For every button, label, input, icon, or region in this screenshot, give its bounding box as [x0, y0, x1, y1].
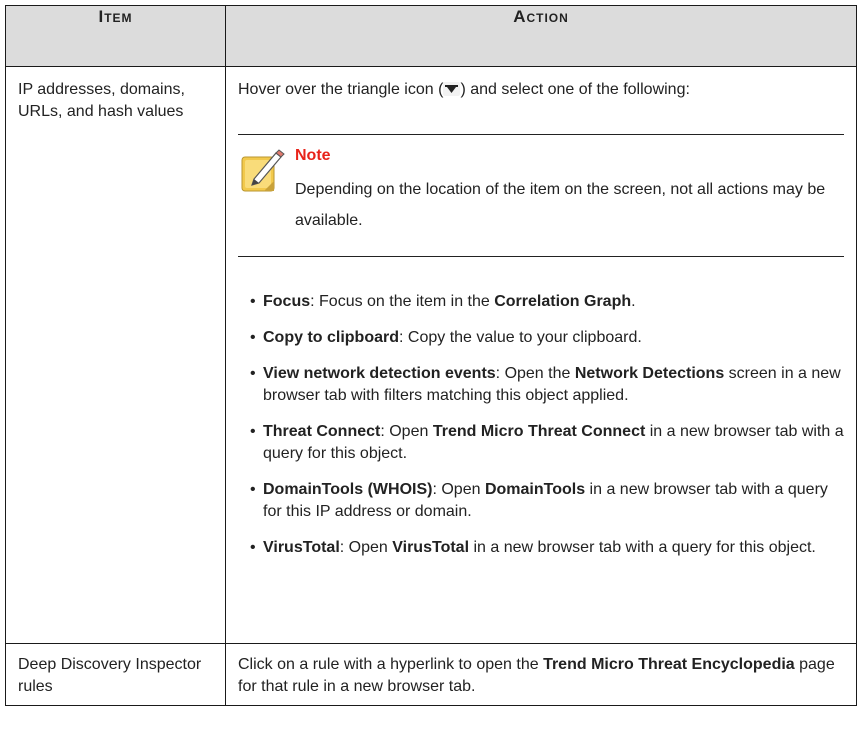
table-row: IP addresses, domains, URLs, and hash va…	[5, 66, 857, 644]
action-name: View network detection events	[263, 365, 496, 382]
action-name: VirusTotal	[263, 539, 340, 556]
action-text: : Open	[432, 481, 485, 498]
list-item: VirusTotal: Open VirusTotal in a new bro…	[238, 537, 844, 559]
note-pencil-icon	[240, 149, 286, 193]
action-bold-text: Correlation Graph	[494, 293, 632, 310]
item-action-table: Item Action IP addresses, domains, URLs,…	[5, 5, 857, 706]
action-list: Focus: Focus on the item in the Correlat…	[238, 291, 844, 559]
action-text: : Open the	[495, 365, 575, 382]
note-text: Depending on the location of the item on…	[295, 181, 826, 229]
note-title: Note	[295, 147, 331, 164]
hover-instruction: Hover over the triangle icon ( ) and sele…	[238, 79, 844, 101]
action-name: DomainTools (WHOIS)	[263, 481, 433, 498]
action-cell: Hover over the triangle icon ( ) and sele…	[225, 66, 857, 644]
list-item: Copy to clipboard: Copy the value to you…	[238, 327, 844, 349]
action-text: : Focus on the item in the	[310, 293, 495, 310]
action-bold-text: VirusTotal	[392, 539, 470, 556]
list-item: Focus: Focus on the item in the Correlat…	[238, 291, 844, 313]
action-text: .	[631, 293, 636, 310]
action-text: : Open	[339, 539, 393, 556]
action-bold-text: DomainTools	[484, 481, 586, 498]
action-text: Click on a rule with a hyperlink to open…	[238, 656, 544, 673]
triangle-down-icon	[443, 82, 461, 96]
list-item: Threat Connect: Open Trend Micro Threat …	[238, 421, 844, 465]
header-action: Action	[225, 5, 857, 67]
action-text: : Copy the value to your clipboard.	[399, 329, 642, 346]
hover-text-after: ) and select one of the following:	[460, 81, 690, 98]
action-cell: Click on a rule with a hyperlink to open…	[225, 643, 857, 706]
action-bold-text: Network Detections	[574, 365, 725, 382]
action-name: Focus	[263, 293, 311, 310]
action-bold-text: Trend Micro Threat Encyclopedia	[543, 656, 795, 673]
list-item: DomainTools (WHOIS): Open DomainTools in…	[238, 479, 844, 523]
list-item: View network detection events: Open the …	[238, 363, 844, 407]
item-cell: IP addresses, domains, URLs, and hash va…	[5, 66, 226, 644]
action-text: : Open	[380, 423, 433, 440]
action-bold-text: Trend Micro Threat Connect	[432, 423, 646, 440]
note-box: Note Depending on the location of the it…	[238, 134, 844, 257]
action-name: Copy to clipboard	[263, 329, 399, 346]
table-row: Deep Discovery Inspector rules Click on …	[5, 643, 857, 706]
hover-text-before: Hover over the triangle icon (	[238, 81, 444, 98]
item-cell: Deep Discovery Inspector rules	[5, 643, 226, 706]
action-text: in a new browser tab with a query for th…	[469, 539, 816, 556]
table-header-row: Item Action	[5, 5, 857, 67]
header-item: Item	[5, 5, 226, 67]
action-name: Threat Connect	[263, 423, 381, 440]
